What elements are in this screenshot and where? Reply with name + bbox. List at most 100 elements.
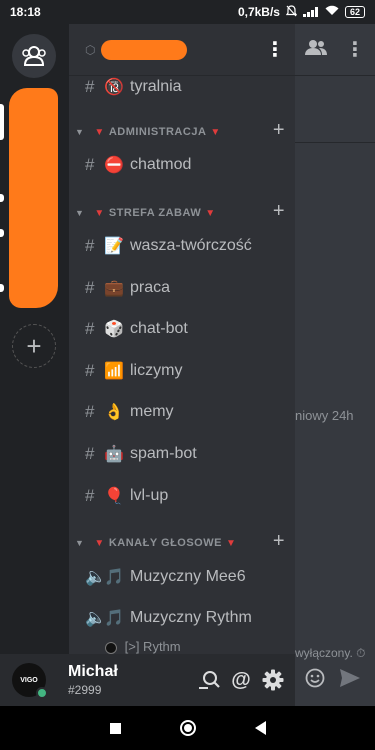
chat-message-fragment: niowy 24h [295, 408, 354, 423]
channel-name: tyralnia [130, 78, 182, 95]
add-channel-button[interactable]: + [273, 200, 285, 223]
channel-name: spam-bot [130, 445, 197, 462]
unread-indicator [0, 229, 4, 237]
channel-item[interactable]: # 🔞 tyralnia [69, 67, 295, 107]
channel-emoji: 👌 [104, 404, 124, 421]
user-tag: #2999 [68, 683, 102, 697]
channel-item[interactable]: # 💼 praca [69, 268, 295, 308]
channel-emoji: 🤖 [104, 446, 124, 463]
mentions-icon[interactable]: @ [229, 668, 253, 692]
red-triangle-icon: ▼ [94, 537, 105, 549]
channel-name: wasza-twórczość [130, 237, 252, 254]
chevron-down-icon: ▼ [75, 538, 85, 548]
channel-emoji: 🎈 [104, 488, 124, 505]
divider [295, 142, 375, 143]
add-channel-button[interactable]: + [273, 119, 285, 142]
add-channel-button[interactable]: + [273, 530, 285, 553]
emoji-icon[interactable] [305, 668, 325, 693]
channel-emoji: 🎲 [104, 321, 124, 338]
channel-name: liczymy [130, 362, 183, 379]
red-triangle-icon: ▼ [225, 537, 237, 549]
online-status-icon [36, 687, 48, 699]
channel-item[interactable]: # 👌 memy [69, 392, 295, 432]
unread-indicator [0, 194, 4, 202]
hash-icon: # [85, 319, 95, 338]
voice-member[interactable]: [>] Rythm [105, 639, 181, 654]
channel-emoji: 💼 [104, 280, 124, 297]
plus-icon: + [26, 330, 42, 361]
wifi-icon [325, 5, 339, 19]
direct-messages-button[interactable] [12, 34, 56, 78]
channel-name: Muzyczny Rythm [130, 609, 252, 626]
channel-panel: ⬡ ⋮ # 🔞 tyralnia ▼ ▼ ADMINISTRACJA ▼ + #… [69, 24, 295, 654]
channel-emoji: ⛔ [104, 157, 124, 174]
channel-name: chat-bot [130, 320, 188, 337]
locked-hash-icon: # [85, 155, 95, 174]
red-triangle-icon: ▼ [205, 207, 216, 219]
category-kanaly-glosowe[interactable]: ▼ ▼ KANAŁY GŁOSOWE ▼ + [69, 530, 295, 555]
status-bar: 18:18 0,7kB/s 62 [0, 0, 375, 24]
username: Michał [68, 663, 118, 680]
battery-icon: 62 [344, 6, 365, 18]
hash-icon: # [85, 402, 95, 421]
more-icon[interactable]: ⋮ [345, 37, 365, 62]
channel-emoji: 🔞 [104, 79, 124, 96]
chat-header: ⋮ [295, 24, 375, 76]
back-button[interactable] [254, 721, 266, 735]
channel-emoji: 📶 [104, 363, 124, 380]
channel-item[interactable]: # 📝 wasza-twórczość [69, 226, 295, 266]
channel-emoji: 🎵 [104, 610, 124, 627]
channel-item[interactable]: # 🎈 lvl-up [69, 476, 295, 516]
gear-icon[interactable] [261, 668, 285, 692]
category-administracja[interactable]: ▼ ▼ ADMINISTRACJA ▼ + [69, 119, 295, 144]
category-strefa-zabaw[interactable]: ▼ ▼ STREFA ZABAW ▼ + [69, 200, 295, 225]
channel-item[interactable]: # 🤖 spam-bot [69, 434, 295, 474]
avatar[interactable]: VIGO [12, 663, 48, 699]
hash-icon: # [85, 236, 95, 255]
red-triangle-icon: ▼ [94, 126, 105, 138]
chevron-down-icon: ▼ [75, 127, 85, 137]
speaker-icon: 🔈 [85, 608, 107, 627]
red-triangle-icon: ▼ [210, 126, 221, 138]
locked-hash-icon: # [85, 77, 95, 96]
channel-item[interactable]: # 🎲 chat-bot [69, 309, 295, 349]
channel-name: Muzyczny Mee6 [130, 568, 246, 585]
add-server-button[interactable]: + [12, 324, 56, 368]
selected-guild-indicator [0, 104, 4, 140]
chevron-down-icon: ▼ [75, 208, 85, 218]
recents-button[interactable] [109, 722, 121, 734]
search-icon[interactable] [197, 668, 221, 692]
channel-item[interactable]: # 📶 liczymy [69, 351, 295, 391]
redacted-guild-icons[interactable] [9, 88, 58, 308]
system-nav-bar [0, 706, 375, 750]
voice-channel-item[interactable]: 🔈 🎵 Muzyczny Rythm [69, 598, 295, 638]
user-panel: VIGO Michał #2999 @ [0, 654, 295, 706]
chat-input-row [295, 654, 375, 706]
user-info[interactable]: Michał #2999 [68, 663, 118, 697]
redacted-server-name [101, 39, 188, 60]
speaker-icon: 🔈 [85, 567, 107, 586]
home-button[interactable] [179, 720, 196, 736]
chat-area: ⋮ niowy 24h wyłączony. ⏱ [295, 24, 375, 706]
channel-name: chatmod [130, 156, 192, 173]
channel-emoji: 📝 [104, 238, 124, 255]
category-label: ADMINISTRACJA [108, 126, 207, 138]
kebab-icon[interactable]: ⋮ [265, 40, 285, 60]
avatar [105, 641, 117, 654]
hash-icon: # [85, 278, 95, 297]
members-icon[interactable] [305, 39, 327, 60]
hash-icon: # [85, 444, 95, 463]
channel-emoji: 🎵 [104, 569, 124, 586]
signal-icon [302, 7, 319, 17]
voice-channel-item[interactable]: 🔈 🎵 Muzyczny Mee6 [69, 557, 295, 597]
guild-sidebar: + [0, 24, 69, 654]
hash-icon: # [85, 361, 95, 380]
avatar-text: VIGO [20, 676, 38, 684]
send-icon[interactable] [339, 668, 361, 693]
category-label: KANAŁY GŁOSOWE [108, 537, 222, 549]
network-speed: 0,7kB/s [237, 5, 280, 19]
red-triangle-icon: ▼ [94, 207, 105, 219]
friends-icon [22, 46, 46, 66]
unread-indicator [0, 284, 4, 292]
channel-item[interactable]: # ⛔ chatmod [69, 145, 295, 185]
